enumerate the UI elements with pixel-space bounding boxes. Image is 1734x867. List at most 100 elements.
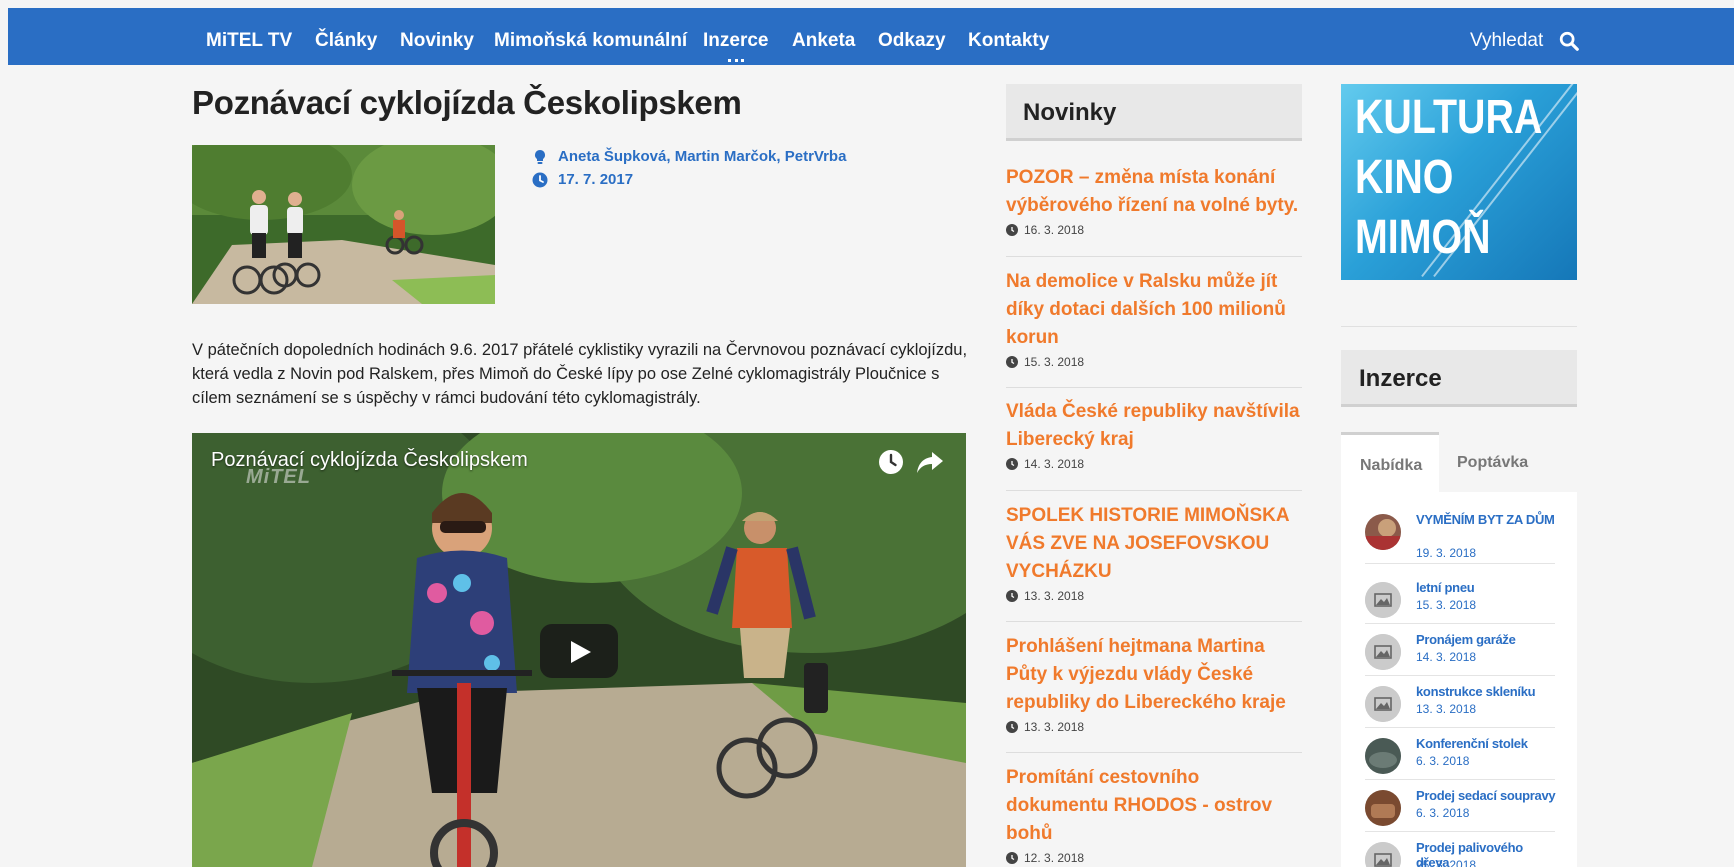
nav-item-inzerce[interactable]: Inzerce bbox=[703, 30, 768, 62]
news-heading: Novinky bbox=[1023, 99, 1117, 126]
news-separator bbox=[1006, 621, 1302, 622]
search-label[interactable]: Vyhledat bbox=[1470, 30, 1543, 52]
play-button[interactable] bbox=[540, 624, 618, 678]
clock-icon bbox=[1006, 590, 1018, 602]
ad-date: 15. 3. 2018 bbox=[1416, 598, 1477, 612]
news-item[interactable]: SPOLEK HISTORIE MIMOŇSKA VÁS ZVE NA JOSE… bbox=[1006, 502, 1302, 603]
banner-line: MIMOŇ bbox=[1355, 211, 1491, 264]
video-player[interactable]: MiTEL Poznávací cyklojízda Českolipskem bbox=[192, 433, 966, 867]
clock-icon bbox=[1006, 224, 1018, 236]
clock-icon bbox=[1006, 721, 1018, 733]
image-placeholder-icon bbox=[1365, 842, 1401, 867]
ad-date: 19. 3. 2018 bbox=[1416, 546, 1477, 560]
nav-item-novinky[interactable]: Novinky bbox=[400, 30, 474, 52]
ad-item[interactable]: Pronájem garáže 14. 3. 2018 bbox=[1365, 632, 1555, 676]
tab-poptavka[interactable]: Poptávka bbox=[1439, 432, 1549, 492]
tab-nabidka[interactable]: Nabídka bbox=[1341, 432, 1439, 492]
news-date: 12. 3. 2018 bbox=[1006, 851, 1302, 865]
nav-item-clanky[interactable]: Články bbox=[315, 30, 377, 52]
search-icon[interactable] bbox=[1558, 30, 1580, 52]
news-date-text: 12. 3. 2018 bbox=[1024, 851, 1085, 865]
clock-icon bbox=[1006, 458, 1018, 470]
news-item[interactable]: Promítání cestovního dokumentu RHODOS - … bbox=[1006, 764, 1302, 865]
ad-title[interactable]: Prodej sedací soupravy bbox=[1416, 788, 1556, 803]
news-date-text: 13. 3. 2018 bbox=[1024, 720, 1085, 734]
ad-photo bbox=[1365, 790, 1401, 826]
top-navbar: MiTEL TV Články Novinky Mimoňská komunál… bbox=[8, 8, 1734, 65]
ad-item[interactable]: Prodej sedací soupravy 6. 3. 2018 bbox=[1365, 788, 1556, 832]
ad-date: 13. 3. 2018 bbox=[1416, 702, 1477, 716]
news-title[interactable]: Na demolice v Ralsku může jít díky dotac… bbox=[1006, 268, 1302, 352]
news-date: 16. 3. 2018 bbox=[1006, 223, 1302, 237]
news-date-text: 14. 3. 2018 bbox=[1024, 457, 1085, 471]
tab-label: Poptávka bbox=[1457, 454, 1529, 471]
share-icon[interactable] bbox=[916, 449, 944, 475]
ad-item[interactable]: VYMĚNÍM BYT ZA DŮM 19. 3. 2018 bbox=[1365, 512, 1555, 564]
ad-item[interactable]: letní pneu 15. 3. 2018 bbox=[1365, 580, 1555, 624]
nav-item-mimonska-komunalni[interactable]: Mimoňská komunální bbox=[494, 30, 687, 52]
ad-photo bbox=[1365, 514, 1401, 550]
news-heading-box: Novinky bbox=[1006, 84, 1302, 141]
nav-item-mitel-tv[interactable]: MiTEL TV bbox=[206, 30, 292, 52]
ads-list: VYMĚNÍM BYT ZA DŮM 19. 3. 2018 letní pne… bbox=[1341, 492, 1577, 867]
news-date-text: 15. 3. 2018 bbox=[1024, 355, 1085, 369]
news-item[interactable]: Na demolice v Ralsku může jít díky dotac… bbox=[1006, 268, 1302, 369]
ad-date: 6. 3. 2018 bbox=[1416, 754, 1470, 768]
article-thumbnail[interactable] bbox=[192, 145, 495, 304]
image-placeholder-icon bbox=[1365, 686, 1401, 722]
news-separator bbox=[1006, 490, 1302, 491]
nav-item-odkazy[interactable]: Odkazy bbox=[878, 30, 946, 52]
ad-date: 6. 3. 2018 bbox=[1416, 806, 1470, 820]
video-title[interactable]: Poznávací cyklojízda Českolipskem bbox=[211, 449, 528, 472]
cyclists-photo bbox=[192, 145, 495, 304]
image-placeholder-icon bbox=[1365, 634, 1401, 670]
banner-line: KINO bbox=[1355, 151, 1454, 204]
authors-text[interactable]: Aneta Šupková, Martin Marčok, PetrVrba bbox=[558, 148, 846, 165]
ad-title[interactable]: letní pneu bbox=[1416, 580, 1556, 595]
sidebar-divider bbox=[1341, 326, 1577, 327]
date-text: 17. 7. 2017 bbox=[558, 171, 634, 188]
news-title[interactable]: Promítání cestovního dokumentu RHODOS - … bbox=[1006, 764, 1302, 848]
kultura-kino-banner[interactable]: KULTURA KINO MIMOŇ bbox=[1341, 84, 1577, 280]
news-date-text: 16. 3. 2018 bbox=[1024, 223, 1085, 237]
ad-title[interactable]: VYMĚNÍM BYT ZA DŮM bbox=[1416, 512, 1556, 527]
news-title[interactable]: Vláda České republiky navštívila Liberec… bbox=[1006, 398, 1302, 454]
news-title[interactable]: Prohlášení hejtmana Martina Půty k výjez… bbox=[1006, 633, 1302, 717]
ad-title[interactable]: konstrukce skleníku bbox=[1416, 684, 1556, 699]
clock-icon bbox=[532, 172, 548, 187]
ad-photo bbox=[1365, 738, 1401, 774]
news-separator bbox=[1006, 752, 1302, 753]
ad-date: 14. 3. 2018 bbox=[1416, 650, 1477, 664]
ad-title[interactable]: Pronájem garáže bbox=[1416, 632, 1556, 647]
watch-later-icon[interactable] bbox=[878, 449, 904, 475]
news-title[interactable]: SPOLEK HISTORIE MIMOŇSKA VÁS ZVE NA JOSE… bbox=[1006, 502, 1302, 586]
ad-item[interactable]: konstrukce skleníku 13. 3. 2018 bbox=[1365, 684, 1555, 728]
clock-icon bbox=[1006, 852, 1018, 864]
news-item[interactable]: POZOR – změna místa konání výběrového ří… bbox=[1006, 164, 1302, 237]
news-separator bbox=[1006, 387, 1302, 388]
news-separator bbox=[1006, 256, 1302, 257]
news-date: 13. 3. 2018 bbox=[1006, 720, 1302, 734]
nav-item-kontakty[interactable]: Kontakty bbox=[968, 30, 1049, 52]
news-date: 15. 3. 2018 bbox=[1006, 355, 1302, 369]
news-item[interactable]: Vláda České republiky navštívila Liberec… bbox=[1006, 398, 1302, 471]
tab-label: Nabídka bbox=[1360, 457, 1423, 474]
article-title: Poznávací cyklojízda Českolipskem bbox=[192, 84, 742, 121]
news-date-text: 13. 3. 2018 bbox=[1024, 589, 1085, 603]
author-bulb-icon bbox=[535, 149, 545, 164]
ad-title[interactable]: Konferenční stolek bbox=[1416, 736, 1556, 751]
banner-line: KULTURA bbox=[1355, 91, 1543, 144]
ad-item[interactable]: Prodej palivového dřeva 25. 3. 2018 bbox=[1365, 840, 1555, 867]
clock-icon bbox=[1006, 356, 1018, 368]
ads-heading: Inzerce bbox=[1359, 365, 1442, 392]
news-title[interactable]: POZOR – změna místa konání výběrového ří… bbox=[1006, 164, 1302, 220]
article-date: 17. 7. 2017 bbox=[532, 171, 633, 188]
ad-date: 25. 3. 2018 bbox=[1416, 858, 1477, 867]
nav-item-anketa[interactable]: Anketa bbox=[792, 30, 855, 52]
article-authors: Aneta Šupková, Martin Marčok, PetrVrba bbox=[532, 148, 846, 165]
news-date: 14. 3. 2018 bbox=[1006, 457, 1302, 471]
ads-heading-box: Inzerce bbox=[1341, 350, 1577, 407]
news-item[interactable]: Prohlášení hejtmana Martina Půty k výjez… bbox=[1006, 633, 1302, 734]
news-date: 13. 3. 2018 bbox=[1006, 589, 1302, 603]
ad-item[interactable]: Konferenční stolek 6. 3. 2018 bbox=[1365, 736, 1555, 780]
